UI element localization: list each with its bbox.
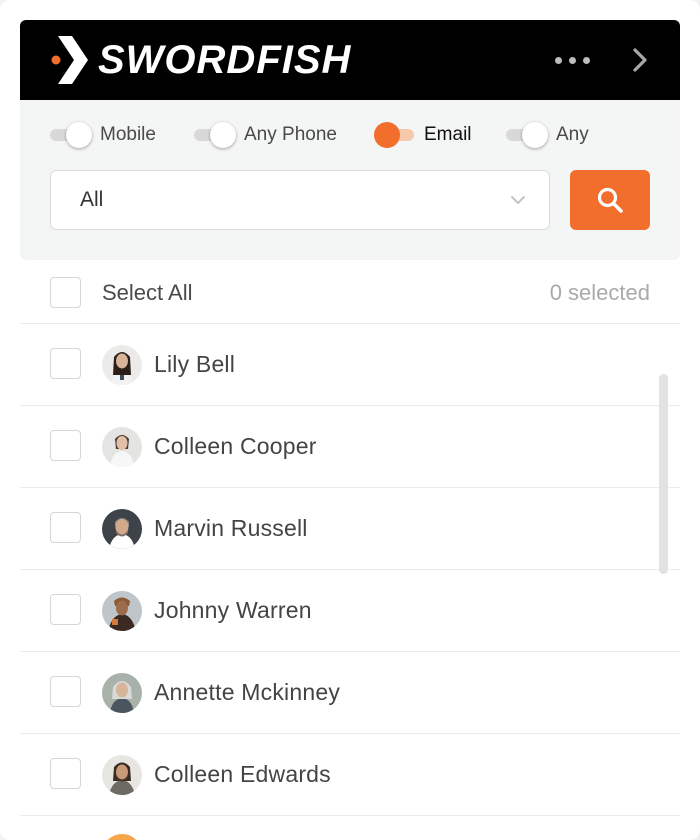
toggle-knob — [374, 122, 400, 148]
contact-name: Annette Mckinney — [154, 679, 341, 705]
list-item[interactable]: Marvin Russell — [20, 488, 680, 570]
select-all-checkbox[interactable] — [50, 277, 81, 308]
avatar — [102, 345, 142, 385]
avatar — [102, 427, 142, 467]
list-item[interactable]: Johnny Warren — [20, 570, 680, 652]
contact-checkbox[interactable] — [50, 676, 81, 707]
select-all-row: Select All 0 selected — [20, 260, 680, 324]
avatar — [102, 509, 142, 549]
list-item[interactable]: Colleen Edwards — [20, 734, 680, 816]
swordfish-logo-icon — [51, 36, 88, 84]
contact-name: Colleen Edwards — [154, 761, 331, 787]
more-dots-icon — [555, 57, 562, 64]
select-all-label[interactable]: Select All — [102, 280, 193, 306]
more-dot — [583, 57, 590, 64]
toggle-knob — [210, 122, 236, 148]
toggle-knob — [522, 122, 548, 148]
brand-name: SWORDFISH — [98, 38, 352, 82]
dropdown-selected-value: All — [80, 188, 104, 211]
search-button[interactable] — [570, 170, 650, 230]
toggle-any-phone-label: Any Phone — [244, 124, 337, 145]
contact-checkbox[interactable] — [50, 758, 81, 789]
more-options-button[interactable] — [555, 46, 597, 74]
toggle-any-label: Any — [556, 124, 589, 145]
list-item[interactable]: Lily Bell — [20, 324, 680, 406]
contact-checkbox[interactable] — [50, 348, 81, 379]
avatar — [102, 834, 142, 840]
contact-name: Lily Bell — [154, 351, 236, 377]
avatar — [102, 591, 142, 631]
toggle-knob — [66, 122, 92, 148]
selected-count: 0 selected — [549, 280, 650, 305]
header-bar: SWORDFISH — [20, 20, 680, 100]
contact-checkbox[interactable] — [50, 512, 81, 543]
chevron-down-icon — [511, 196, 525, 204]
contact-name: Marvin Russell — [154, 515, 308, 541]
filter-section: Mobile Any Phone Email Any All — [20, 100, 680, 260]
list-scrollbar[interactable] — [659, 374, 668, 574]
filter-dropdown[interactable]: All — [50, 170, 550, 230]
list-item[interactable]: Colleen Cooper — [20, 406, 680, 488]
avatar — [102, 673, 142, 713]
chevron-right-icon[interactable] — [628, 44, 654, 76]
contact-checkbox[interactable] — [50, 430, 81, 461]
swordfish-panel: SWORDFISH Mobile Any Phone Email Any All… — [0, 0, 700, 840]
search-icon — [597, 187, 623, 213]
more-dot — [569, 57, 576, 64]
avatar — [102, 755, 142, 795]
contact-name: Colleen Cooper — [154, 433, 317, 459]
toggle-mobile-label: Mobile — [100, 124, 156, 145]
contact-checkbox[interactable] — [50, 594, 81, 625]
list-item[interactable]: Annette Mckinney — [20, 652, 680, 734]
contact-name: Johnny Warren — [154, 597, 312, 623]
toggle-email-label: Email — [424, 124, 472, 145]
